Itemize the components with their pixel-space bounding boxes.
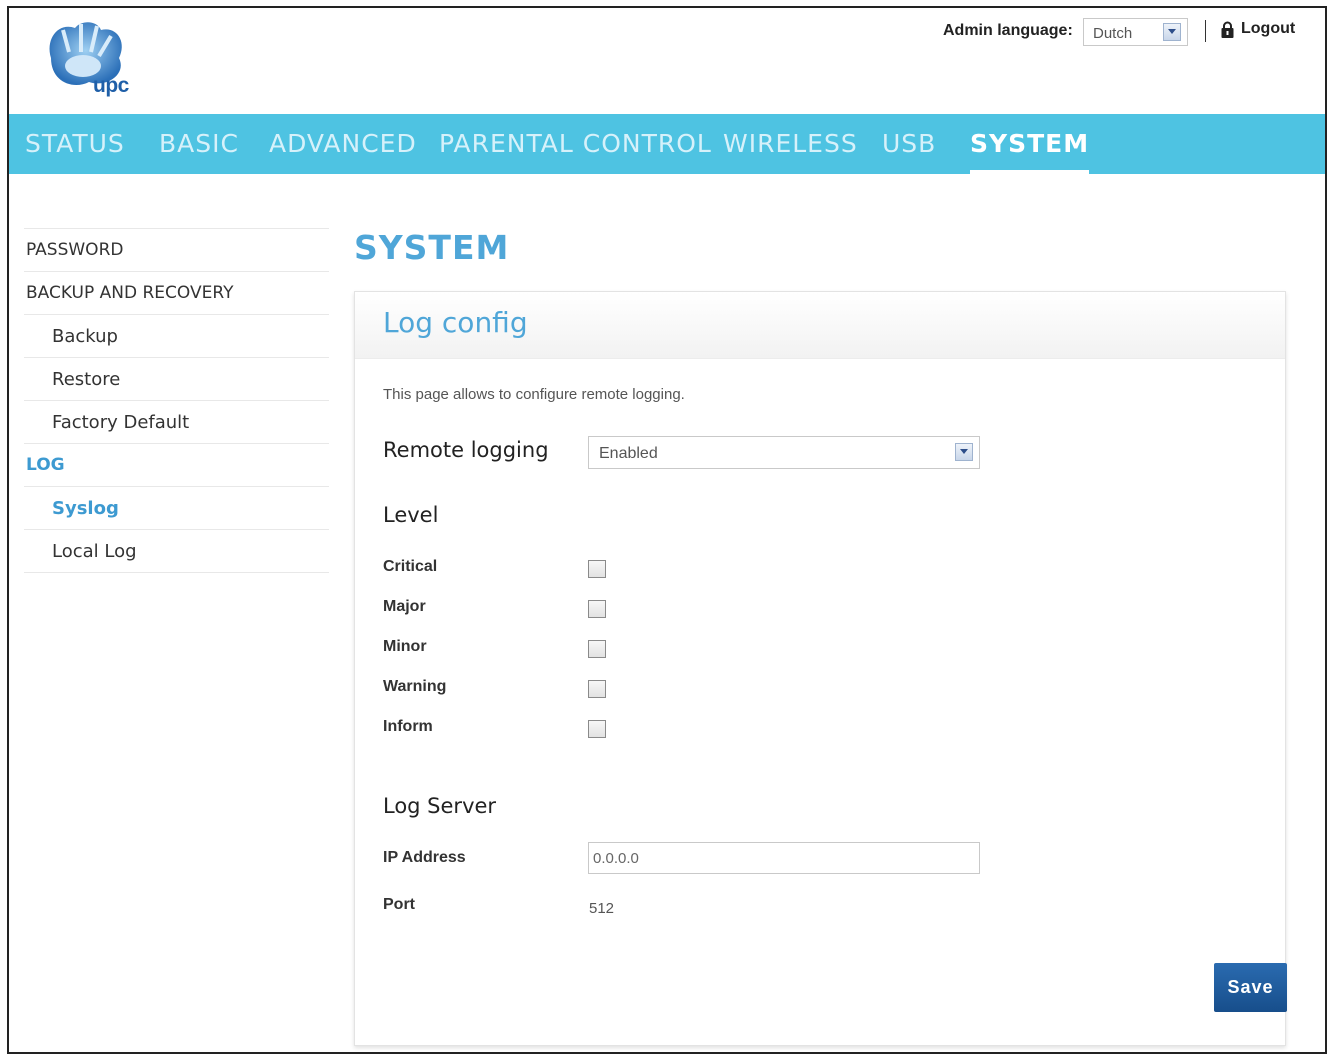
level-critical-checkbox[interactable]	[588, 560, 606, 578]
logout-label: Logout	[1241, 20, 1296, 37]
log-config-panel: Log config This page allows to configure…	[354, 291, 1287, 1046]
sidebar: PASSWORD BACKUP AND RECOVERY Backup Rest…	[24, 228, 329, 573]
admin-language-label: Admin language:	[943, 22, 1073, 39]
port-label: Port	[383, 896, 415, 913]
sidebar-item-backup[interactable]: Backup	[24, 314, 329, 357]
panel-header: Log config	[355, 292, 1285, 359]
logo-text: upc	[93, 74, 129, 97]
remote-logging-label: Remote logging	[383, 438, 549, 462]
level-heading: Level	[383, 503, 439, 527]
sidebar-item-syslog[interactable]: Syslog	[24, 486, 329, 529]
router-admin-window: upc Admin language: Dutch Logout STATUS …	[7, 6, 1327, 1054]
sidebar-item-factory-default[interactable]: Factory Default	[24, 400, 329, 443]
nav-usb[interactable]: USB	[882, 114, 936, 174]
panel-title: Log config	[383, 306, 528, 339]
chevron-down-icon[interactable]	[955, 443, 973, 461]
ip-address-label: IP Address	[383, 849, 466, 866]
admin-language-value: Dutch	[1093, 25, 1133, 42]
sidebar-item-local-log[interactable]: Local Log	[24, 529, 329, 572]
sidebar-item-log[interactable]: LOG	[24, 443, 329, 486]
level-critical-label: Critical	[383, 558, 438, 575]
chevron-down-icon[interactable]	[1163, 23, 1181, 41]
level-minor-label: Minor	[383, 638, 427, 655]
nav-status[interactable]: STATUS	[25, 114, 125, 174]
sidebar-item-password[interactable]: PASSWORD	[24, 228, 329, 271]
page-description: This page allows to configure remote log…	[383, 386, 685, 403]
ip-address-input[interactable]	[588, 842, 980, 874]
logout-button[interactable]: Logout	[1221, 20, 1295, 38]
remote-logging-select[interactable]: Enabled	[588, 436, 980, 469]
remote-logging-value: Enabled	[599, 445, 658, 462]
level-major-checkbox[interactable]	[588, 600, 606, 618]
level-inform-checkbox[interactable]	[588, 720, 606, 738]
sidebar-item-backup-and-recovery[interactable]: BACKUP AND RECOVERY	[24, 271, 329, 314]
lock-icon	[1221, 21, 1234, 38]
main-nav: STATUS BASIC ADVANCED PARENTAL CONTROL W…	[9, 114, 1325, 174]
nav-parental-control[interactable]: PARENTAL CONTROL	[439, 114, 712, 174]
nav-basic[interactable]: BASIC	[159, 114, 239, 174]
level-warning-label: Warning	[383, 678, 447, 695]
admin-language-select[interactable]: Dutch	[1083, 18, 1188, 46]
level-major-label: Major	[383, 598, 426, 615]
save-button[interactable]: Save	[1214, 963, 1287, 1012]
level-warning-checkbox[interactable]	[588, 680, 606, 698]
nav-wireless[interactable]: WIRELESS	[723, 114, 858, 174]
nav-advanced[interactable]: ADVANCED	[269, 114, 417, 174]
sidebar-item-restore[interactable]: Restore	[24, 357, 329, 400]
level-minor-checkbox[interactable]	[588, 640, 606, 658]
header-divider	[1205, 20, 1206, 42]
level-inform-label: Inform	[383, 718, 433, 735]
page-title: SYSTEM	[354, 228, 510, 267]
nav-system[interactable]: SYSTEM	[970, 114, 1090, 174]
log-server-heading: Log Server	[383, 794, 497, 818]
port-value: 512	[589, 900, 615, 917]
